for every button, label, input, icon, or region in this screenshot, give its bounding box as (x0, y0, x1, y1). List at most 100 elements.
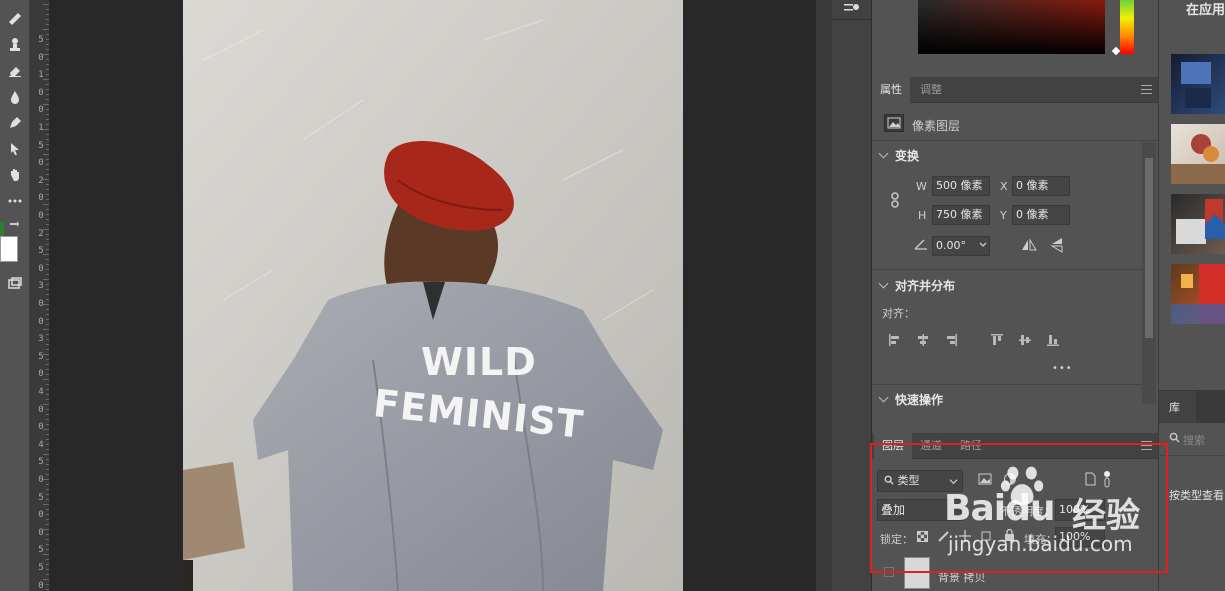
document-image[interactable]: WILD FEMINIST (183, 0, 683, 591)
tab-properties[interactable]: 属性 (872, 77, 910, 103)
properties-menu-icon[interactable] (1141, 85, 1152, 94)
ruler-tick (46, 494, 49, 495)
screen-mode-icon[interactable] (4, 272, 26, 294)
lock-artboard-icon[interactable] (980, 530, 992, 542)
ruler-label: 5 (38, 563, 44, 573)
ruler-tick (46, 209, 49, 210)
tab-channels[interactable]: 通道 (912, 433, 950, 459)
ruler-tick (46, 399, 49, 400)
properties-scrollbar[interactable] (1142, 142, 1156, 404)
tab-layers[interactable]: 图层 (874, 433, 912, 459)
fill-field[interactable]: 100% (1055, 527, 1105, 547)
tab-adjustments[interactable]: 调整 (912, 77, 950, 103)
flip-horizontal-icon[interactable] (1020, 238, 1038, 252)
thumbnail-1[interactable] (1171, 54, 1225, 114)
shirt-text-line1: WILD (421, 340, 537, 384)
filter-adjustment-layer-icon[interactable] (1003, 472, 1017, 486)
ruler-tick (43, 454, 49, 455)
search-icon (884, 475, 894, 485)
thumbnail-2[interactable] (1171, 124, 1225, 184)
align-center-horizontal-icon[interactable] (916, 333, 930, 347)
link-proportions-icon[interactable] (890, 192, 900, 208)
thumbnail-3[interactable] (1171, 194, 1225, 254)
ruler-tick (46, 299, 49, 300)
photo-artwork (183, 0, 683, 591)
align-left-icon[interactable] (888, 333, 902, 347)
tab-libraries[interactable]: 库 (1169, 399, 1180, 415)
ruler-label: 5 (38, 457, 44, 468)
hue-slider-handle[interactable] (1111, 46, 1121, 56)
swap-colors-icon[interactable] (9, 220, 20, 230)
quick-actions-section-title[interactable]: 快速操作 (878, 391, 943, 408)
layer-type-label: 像素图层 (912, 119, 961, 133)
opacity-field[interactable]: 100% (1055, 499, 1105, 521)
align-bottom-icon[interactable] (1046, 333, 1060, 347)
blur-tool-icon[interactable] (4, 86, 26, 108)
ruler-tick (43, 204, 49, 205)
x-position-field[interactable]: 0 像素 (1012, 176, 1070, 196)
right-panel: 属性 调整 像素图层 变换 W 500 像素 X 0 像素 H 750 像素 Y… (872, 0, 1158, 591)
ruler-tick (46, 34, 49, 35)
library-search-input[interactable]: 搜索 (1167, 430, 1225, 448)
ruler-label: 2 (38, 228, 44, 239)
path-select-tool-icon[interactable] (4, 138, 26, 160)
lock-image-pixels-icon[interactable] (938, 530, 950, 542)
filter-toggle-icon[interactable] (1102, 470, 1112, 488)
properties-scroll-thumb[interactable] (1145, 158, 1153, 338)
more-options-button[interactable]: ••• (1052, 363, 1073, 374)
flip-vertical-icon[interactable] (1050, 236, 1064, 254)
y-position-field[interactable]: 0 像素 (1012, 205, 1070, 225)
view-by-type-label[interactable]: 按类型查看 (1169, 487, 1224, 503)
ruler-tick (46, 469, 49, 470)
layers-menu-icon[interactable] (1141, 441, 1152, 450)
ruler-tick (46, 164, 49, 165)
ruler-tick (46, 444, 49, 445)
color-field[interactable] (918, 0, 1105, 54)
layer-filter-select[interactable]: 类型 (877, 470, 963, 492)
blend-mode-select[interactable]: 叠加 (877, 499, 963, 521)
layer-visibility-toggle[interactable] (884, 567, 894, 577)
align-section-title[interactable]: 对齐并分布 (878, 277, 955, 294)
panel-options-icon[interactable] (844, 2, 860, 14)
lock-all-icon[interactable] (1004, 528, 1015, 542)
width-field[interactable]: 500 像素 (932, 176, 990, 196)
layer-thumbnail (904, 557, 930, 589)
ruler-tick (46, 544, 49, 545)
background-color-swatch[interactable] (0, 236, 18, 262)
ruler-label: 0 (38, 527, 44, 538)
thumbnail-4[interactable] (1171, 264, 1225, 324)
ruler-tick (46, 309, 49, 310)
align-right-icon[interactable] (944, 333, 958, 347)
ruler-tick (46, 349, 49, 350)
layer-row-background-copy[interactable]: 背景 拷贝 (872, 553, 1158, 591)
lock-transparent-pixels-icon[interactable] (917, 531, 928, 542)
ruler-label: 0 (38, 316, 44, 327)
more-tools-icon[interactable] (4, 190, 26, 212)
ruler-tick (43, 554, 49, 555)
canvas-area[interactable]: WILD FEMINIST (51, 0, 815, 591)
height-field[interactable]: 750 像素 (932, 205, 990, 225)
chevron-down-icon[interactable] (978, 238, 988, 252)
ruler-tick (46, 224, 49, 225)
ruler-tick (46, 389, 49, 390)
ruler-tick (46, 394, 49, 395)
lock-position-icon[interactable] (959, 530, 971, 542)
ruler-tick (46, 259, 49, 260)
eraser-tool-icon[interactable] (4, 60, 26, 82)
filter-smart-object-icon[interactable] (1084, 472, 1096, 486)
pen-tool-icon[interactable] (4, 112, 26, 134)
ruler-tick (46, 384, 49, 385)
ruler-tick (46, 99, 49, 100)
align-center-vertical-icon[interactable] (1018, 333, 1032, 347)
canvas-scrollbar[interactable] (815, 0, 832, 591)
ruler-tick (46, 294, 49, 295)
transform-section-title[interactable]: 变换 (878, 147, 919, 164)
align-top-icon[interactable] (990, 333, 1004, 347)
ruler-tick (43, 254, 49, 255)
hand-tool-icon[interactable] (4, 164, 26, 186)
hue-slider[interactable] (1120, 0, 1134, 54)
filter-pixel-layer-icon[interactable] (978, 472, 992, 486)
ruler-tool-icon[interactable] (4, 8, 26, 30)
tab-paths[interactable]: 路径 (952, 433, 990, 459)
stamp-tool-icon[interactable] (4, 34, 26, 56)
